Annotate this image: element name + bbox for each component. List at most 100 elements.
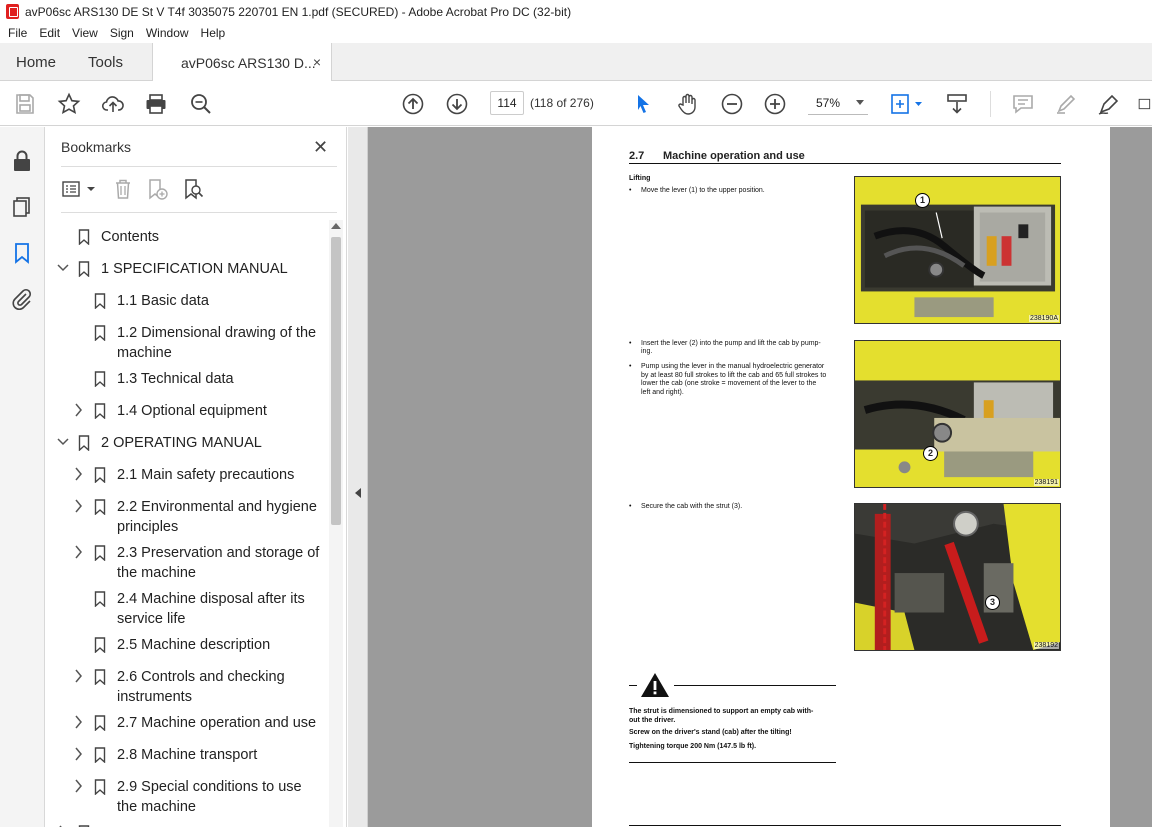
lock-icon[interactable] (10, 149, 34, 173)
step-2b-line-1: Pump using the lever in the manual hydro… (629, 363, 824, 372)
page-number-input[interactable]: 114 (490, 91, 524, 115)
bookmark-icon (94, 371, 106, 387)
bookmark-label: 3 MAINTENANCE MANUAL (101, 823, 283, 827)
warning-rule-left (629, 685, 637, 686)
chevron-down-icon[interactable] (57, 261, 69, 275)
section-number: 2.7 (629, 150, 645, 162)
bookmark-label-continuation: the machine (117, 799, 196, 815)
upload-cloud-icon[interactable] (100, 91, 126, 117)
more-tools-icon[interactable] (1138, 91, 1152, 117)
hand-tool-icon[interactable] (675, 91, 701, 117)
step-1-text: Move the lever (1) to the upper position… (629, 187, 765, 196)
page-footer-rule (629, 825, 1061, 826)
chevron-down-icon[interactable] (57, 435, 69, 449)
save-icon[interactable] (12, 91, 38, 117)
tab-tools[interactable]: Tools (88, 43, 123, 81)
bookmark-icon (94, 499, 106, 515)
zoom-search-icon[interactable] (188, 91, 214, 117)
tab-home[interactable]: Home (16, 43, 56, 81)
bookmark-label: 2.5 Machine description (117, 637, 271, 653)
sign-pen-icon[interactable] (1096, 91, 1122, 117)
panel-collapse-handle[interactable] (348, 127, 368, 827)
bookmark-label: 2.7 Machine operation and use (117, 715, 317, 731)
zoom-select[interactable]: 57% (808, 91, 868, 115)
select-cursor-icon[interactable] (630, 91, 656, 117)
chevron-right-icon[interactable] (73, 499, 85, 513)
star-bookmark-icon[interactable] (56, 91, 82, 117)
bookmark-icon (78, 229, 90, 245)
next-page-icon[interactable] (444, 91, 470, 117)
chevron-right-icon[interactable] (73, 747, 85, 761)
bookmark-label: 1.3 Technical data (117, 371, 234, 387)
bookmark-icon (78, 435, 90, 451)
chevron-right-icon[interactable] (73, 669, 85, 683)
chevron-right-icon[interactable] (73, 779, 85, 793)
warning-triangle-icon (641, 673, 669, 697)
bookmark-icon (94, 545, 106, 561)
comment-icon[interactable] (1010, 91, 1036, 117)
bookmark-tree: Contents 1 SPECIFICATION MANUAL 1.1 Basic … (45, 127, 327, 827)
chevron-right-icon[interactable] (73, 403, 85, 417)
step-2b-line-2: by at least 80 full strokes to lift the … (641, 371, 827, 379)
bookmarks-scrollbar-thumb[interactable] (331, 237, 341, 525)
menu-edit[interactable]: Edit (39, 26, 60, 40)
tab-bar: Home Tools avP06sc ARS130 D... × (0, 43, 1152, 82)
bookmark-label-continuation: instruments (117, 689, 192, 705)
step-2a-text: Insert the lever (2) into the pump and l… (629, 340, 821, 349)
bookmark-icon (94, 403, 106, 419)
section-title: Machine operation and use (663, 150, 805, 162)
tab-document-label: avP06sc ARS130 D... (181, 54, 316, 71)
attachments-paperclip-icon[interactable] (10, 287, 34, 311)
bookmark-label-continuation: service life (117, 611, 186, 627)
menu-bar: File Edit View Sign Window Help (0, 23, 1152, 43)
bookmark-label: 1.2 Dimensional drawing of the (117, 325, 317, 341)
subheading-lifting: Lifting (629, 175, 651, 182)
menu-view[interactable]: View (72, 26, 98, 40)
tab-document[interactable]: avP06sc ARS130 D... × (152, 43, 332, 82)
callout-1: 1 (915, 193, 930, 208)
menu-sign[interactable]: Sign (110, 26, 134, 40)
chevron-right-icon[interactable] (73, 467, 85, 481)
scroll-mode-icon[interactable] (944, 91, 970, 117)
bookmarks-panel-icon[interactable] (10, 241, 34, 265)
zoom-out-icon[interactable] (719, 91, 745, 117)
menu-help[interactable]: Help (201, 26, 226, 40)
warning-rule-bottom (629, 762, 836, 763)
photo-pump-lever: 2 238191 (854, 340, 1061, 488)
warning-line-2: out the driver. (629, 716, 676, 724)
bookmark-label-continuation: principles (117, 519, 179, 535)
scroll-up-arrow-icon[interactable] (331, 223, 341, 229)
bookmark-label-continuation: machine (117, 345, 172, 361)
page-thumbnails-icon[interactable] (10, 195, 34, 219)
bookmark-label: 2.3 Preservation and storage of (117, 545, 320, 561)
navigation-rail (0, 127, 45, 827)
page-fit-icon[interactable] (888, 91, 926, 117)
bookmark-label: 2.4 Machine disposal after its (117, 591, 305, 607)
bookmark-label-continuation: the machine (117, 565, 196, 581)
photo-3-code: 238192 (1033, 642, 1059, 649)
title-bar: avP06sc ARS130 DE St V T4f 3035075 22070… (0, 0, 1152, 23)
chevron-right-icon[interactable] (73, 545, 85, 559)
photo-1-code: 238190A (1028, 315, 1059, 322)
bookmark-label: 2.8 Machine transport (117, 747, 258, 763)
tab-close-icon[interactable]: × (313, 54, 321, 70)
bookmark-icon (94, 467, 106, 483)
menu-window[interactable]: Window (146, 26, 189, 40)
bookmark-label: 2 OPERATING MANUAL (101, 435, 262, 451)
zoom-in-icon[interactable] (762, 91, 788, 117)
menu-file[interactable]: File (8, 26, 27, 40)
bookmark-icon (94, 293, 106, 309)
zoom-value: 57% (816, 96, 841, 110)
bookmark-label: 1.1 Basic data (117, 293, 209, 309)
previous-page-icon[interactable] (400, 91, 426, 117)
chevron-right-icon[interactable] (73, 715, 85, 729)
window-title: avP06sc ARS130 DE St V T4f 3035075 22070… (25, 4, 572, 19)
highlight-pen-icon[interactable] (1053, 91, 1079, 117)
step-3-text: Secure the cab with the strut (3). (629, 503, 742, 512)
bookmark-label: 2.2 Environmental and hygiene (117, 499, 317, 515)
bookmark-label: 2.9 Special conditions to use (117, 779, 302, 795)
acrobat-logo-icon (6, 4, 19, 19)
bookmark-icon (94, 715, 106, 731)
print-icon[interactable] (143, 91, 169, 117)
photo-lever-upper-position: 1 238190A (854, 176, 1061, 324)
